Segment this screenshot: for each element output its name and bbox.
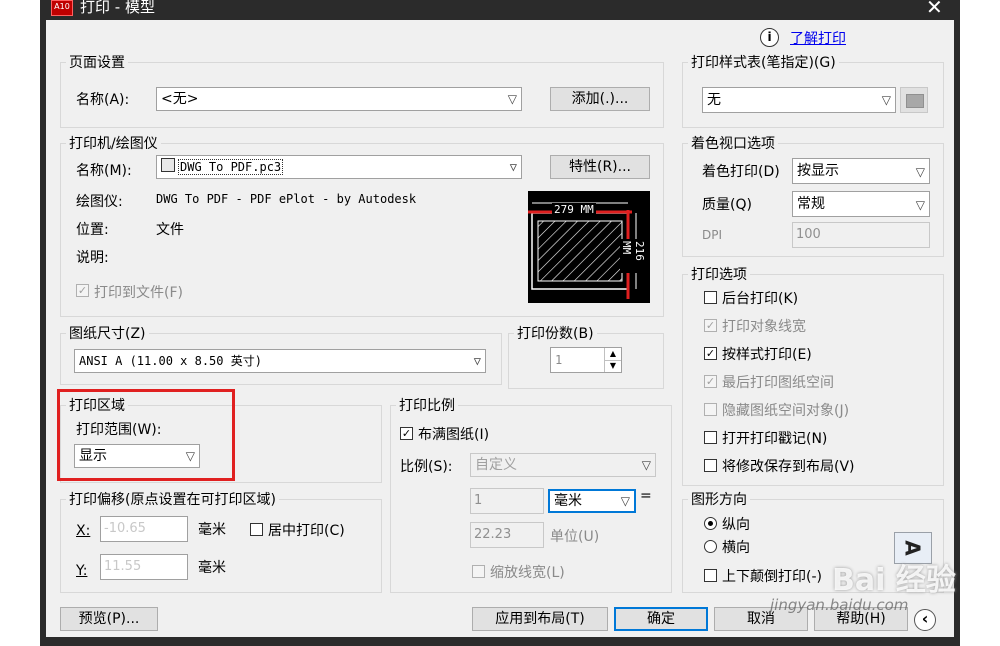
hide-paperspace-objects-checkbox[interactable] <box>704 403 717 416</box>
fit-to-paper-checkbox[interactable]: ✓ <box>400 427 413 440</box>
style-table-select[interactable]: 无 ▽ <box>702 87 896 113</box>
chevron-down-icon: ▽ <box>620 494 630 508</box>
dialog-title: 打印 - 模型 <box>80 0 155 16</box>
close-button[interactable]: ✕ <box>926 0 943 19</box>
save-to-layout-label: 将修改保存到布局(V) <box>722 459 855 475</box>
location-value: 文件 <box>156 222 184 238</box>
scale-lineweights-checkbox[interactable] <box>472 565 485 578</box>
apply-to-layout-button[interactable]: 应用到布局(T) <box>472 607 608 631</box>
plotter-value: DWG To PDF - PDF ePlot - by Autodesk <box>156 192 417 206</box>
offset-x-label: X: <box>76 523 91 539</box>
shade-plot-label: 着色打印(D) <box>702 164 780 180</box>
plot-scale-title: 打印比例 <box>396 395 458 415</box>
center-plot-label: 居中打印(C) <box>268 523 345 539</box>
portrait-label: 纵向 <box>722 517 750 533</box>
landscape-label: 横向 <box>722 540 750 556</box>
plot-with-styles-label: 按样式打印(E) <box>722 347 812 363</box>
copies-title: 打印份数(B) <box>514 323 597 343</box>
collapse-more-options-button[interactable]: ‹ <box>914 609 936 631</box>
chevron-down-icon: ▽ <box>473 354 481 368</box>
scale-unit-2-label: 单位(U) <box>550 529 600 545</box>
orientation-title: 图形方向 <box>688 489 750 509</box>
printer-properties-button[interactable]: 特性(R)... <box>550 155 650 179</box>
help-link[interactable]: 了解打印 <box>790 28 846 48</box>
chevron-down-icon: ▽ <box>641 458 651 472</box>
offset-x-unit: 毫米 <box>198 522 226 538</box>
preview-button[interactable]: 预览(P)... <box>60 607 158 631</box>
paper-size-title: 图纸尺寸(Z) <box>66 323 149 343</box>
chevron-down-icon: ▽ <box>915 198 925 212</box>
chevron-down-icon: ▽ <box>881 93 891 107</box>
orientation-letter: A <box>900 540 925 556</box>
chevron-down-icon: ▽ <box>507 92 517 106</box>
offset-y-input[interactable]: 11.55 <box>100 554 188 580</box>
ok-button[interactable]: 确定 <box>614 607 708 631</box>
quality-label: 质量(Q) <box>702 197 752 213</box>
scale-value-1-input[interactable]: 1 <box>470 488 544 514</box>
info-icon: i <box>760 28 779 47</box>
style-table-title: 打印样式表(笔指定)(G) <box>688 52 839 72</box>
plot-stamp-checkbox[interactable] <box>704 431 717 444</box>
plotter-icon <box>161 158 175 172</box>
highlight-annotation <box>57 389 235 481</box>
scale-lineweights-label: 缩放线宽(L) <box>490 565 565 581</box>
copies-spinner[interactable]: 1 ▲ ▼ <box>550 347 622 373</box>
scale-label: 比例(S): <box>400 459 453 475</box>
paperspace-last-label: 最后打印图纸空间 <box>722 375 834 391</box>
hide-paperspace-objects-label: 隐藏图纸空间对象(J) <box>722 403 850 419</box>
plot-offset-title: 打印偏移(原点设置在可打印区域) <box>66 489 279 509</box>
description-label: 说明: <box>76 250 109 266</box>
scale-value-2-input[interactable]: 22.23 <box>470 522 544 548</box>
chevron-down-icon: ▽ <box>509 160 517 174</box>
plot-lineweights-checkbox[interactable]: ✓ <box>704 319 717 332</box>
dpi-input[interactable]: 100 <box>792 222 930 248</box>
background-plot-checkbox[interactable] <box>704 291 717 304</box>
plotter-label: 绘图仪: <box>76 194 123 210</box>
scale-select[interactable]: 自定义 ▽ <box>470 453 656 477</box>
page-setup-name-label: 名称(A): <box>76 92 130 108</box>
printer-name-select[interactable]: DWG To PDF.pc3 ▽ <box>156 155 522 179</box>
page-setup-title: 页面设置 <box>66 52 128 72</box>
print-to-file-checkbox[interactable]: ✓ <box>76 284 89 297</box>
app-icon: A10 <box>51 0 73 16</box>
offset-y-unit: 毫米 <box>198 560 226 576</box>
paper-size-select[interactable]: ANSI A (11.00 x 8.50 英寸) ▽ <box>74 349 486 373</box>
print-to-file-label: 打印到文件(F) <box>94 285 183 301</box>
center-plot-checkbox[interactable] <box>250 523 263 536</box>
fit-to-paper-label: 布满图纸(I) <box>418 427 490 443</box>
background-plot-label: 后台打印(K) <box>722 291 799 307</box>
watermark-brand: Bai 经验 <box>832 563 956 598</box>
chevron-down-icon: ▽ <box>915 165 925 179</box>
quality-select[interactable]: 常规 ▽ <box>792 191 930 217</box>
upside-down-checkbox[interactable] <box>704 569 717 582</box>
upside-down-label: 上下颠倒打印(-) <box>722 569 822 585</box>
offset-y-label: Y: <box>76 563 88 579</box>
printer-name-label: 名称(M): <box>76 163 132 179</box>
preview-height-label: 216 MM <box>620 239 646 273</box>
watermark-url: jingyan.baidu.com <box>770 596 909 614</box>
portrait-radio[interactable] <box>704 517 717 530</box>
paperspace-last-checkbox[interactable]: ✓ <box>704 375 717 388</box>
shade-plot-select[interactable]: 按显示 ▽ <box>792 158 930 184</box>
shaded-viewport-title: 着色视口选项 <box>688 133 778 153</box>
save-to-layout-checkbox[interactable] <box>704 459 717 472</box>
paper-preview: 279 MM 216 MM <box>528 191 650 303</box>
spinner-down-icon[interactable]: ▼ <box>604 360 621 372</box>
edit-style-table-button[interactable] <box>900 87 928 113</box>
preview-width-label: 279 MM <box>552 203 596 216</box>
plot-lineweights-label: 打印对象线宽 <box>722 319 806 335</box>
plot-stamp-label: 打开打印戳记(N) <box>722 431 828 447</box>
printer-title: 打印机/绘图仪 <box>66 133 161 153</box>
printer-edit-icon <box>906 94 924 108</box>
add-page-setup-button[interactable]: 添加(.)... <box>550 87 650 111</box>
dpi-label: DPI <box>702 228 723 242</box>
plot-with-styles-checkbox[interactable]: ✓ <box>704 347 717 360</box>
scale-equals: = <box>640 488 652 504</box>
landscape-radio[interactable] <box>704 540 717 553</box>
scale-unit-select[interactable]: 毫米 ▽ <box>548 489 636 513</box>
page-setup-name-select[interactable]: <无> ▽ <box>156 87 522 111</box>
offset-x-input[interactable]: -10.65 <box>100 516 188 542</box>
location-label: 位置: <box>76 222 109 238</box>
plot-options-title: 打印选项 <box>688 264 750 284</box>
